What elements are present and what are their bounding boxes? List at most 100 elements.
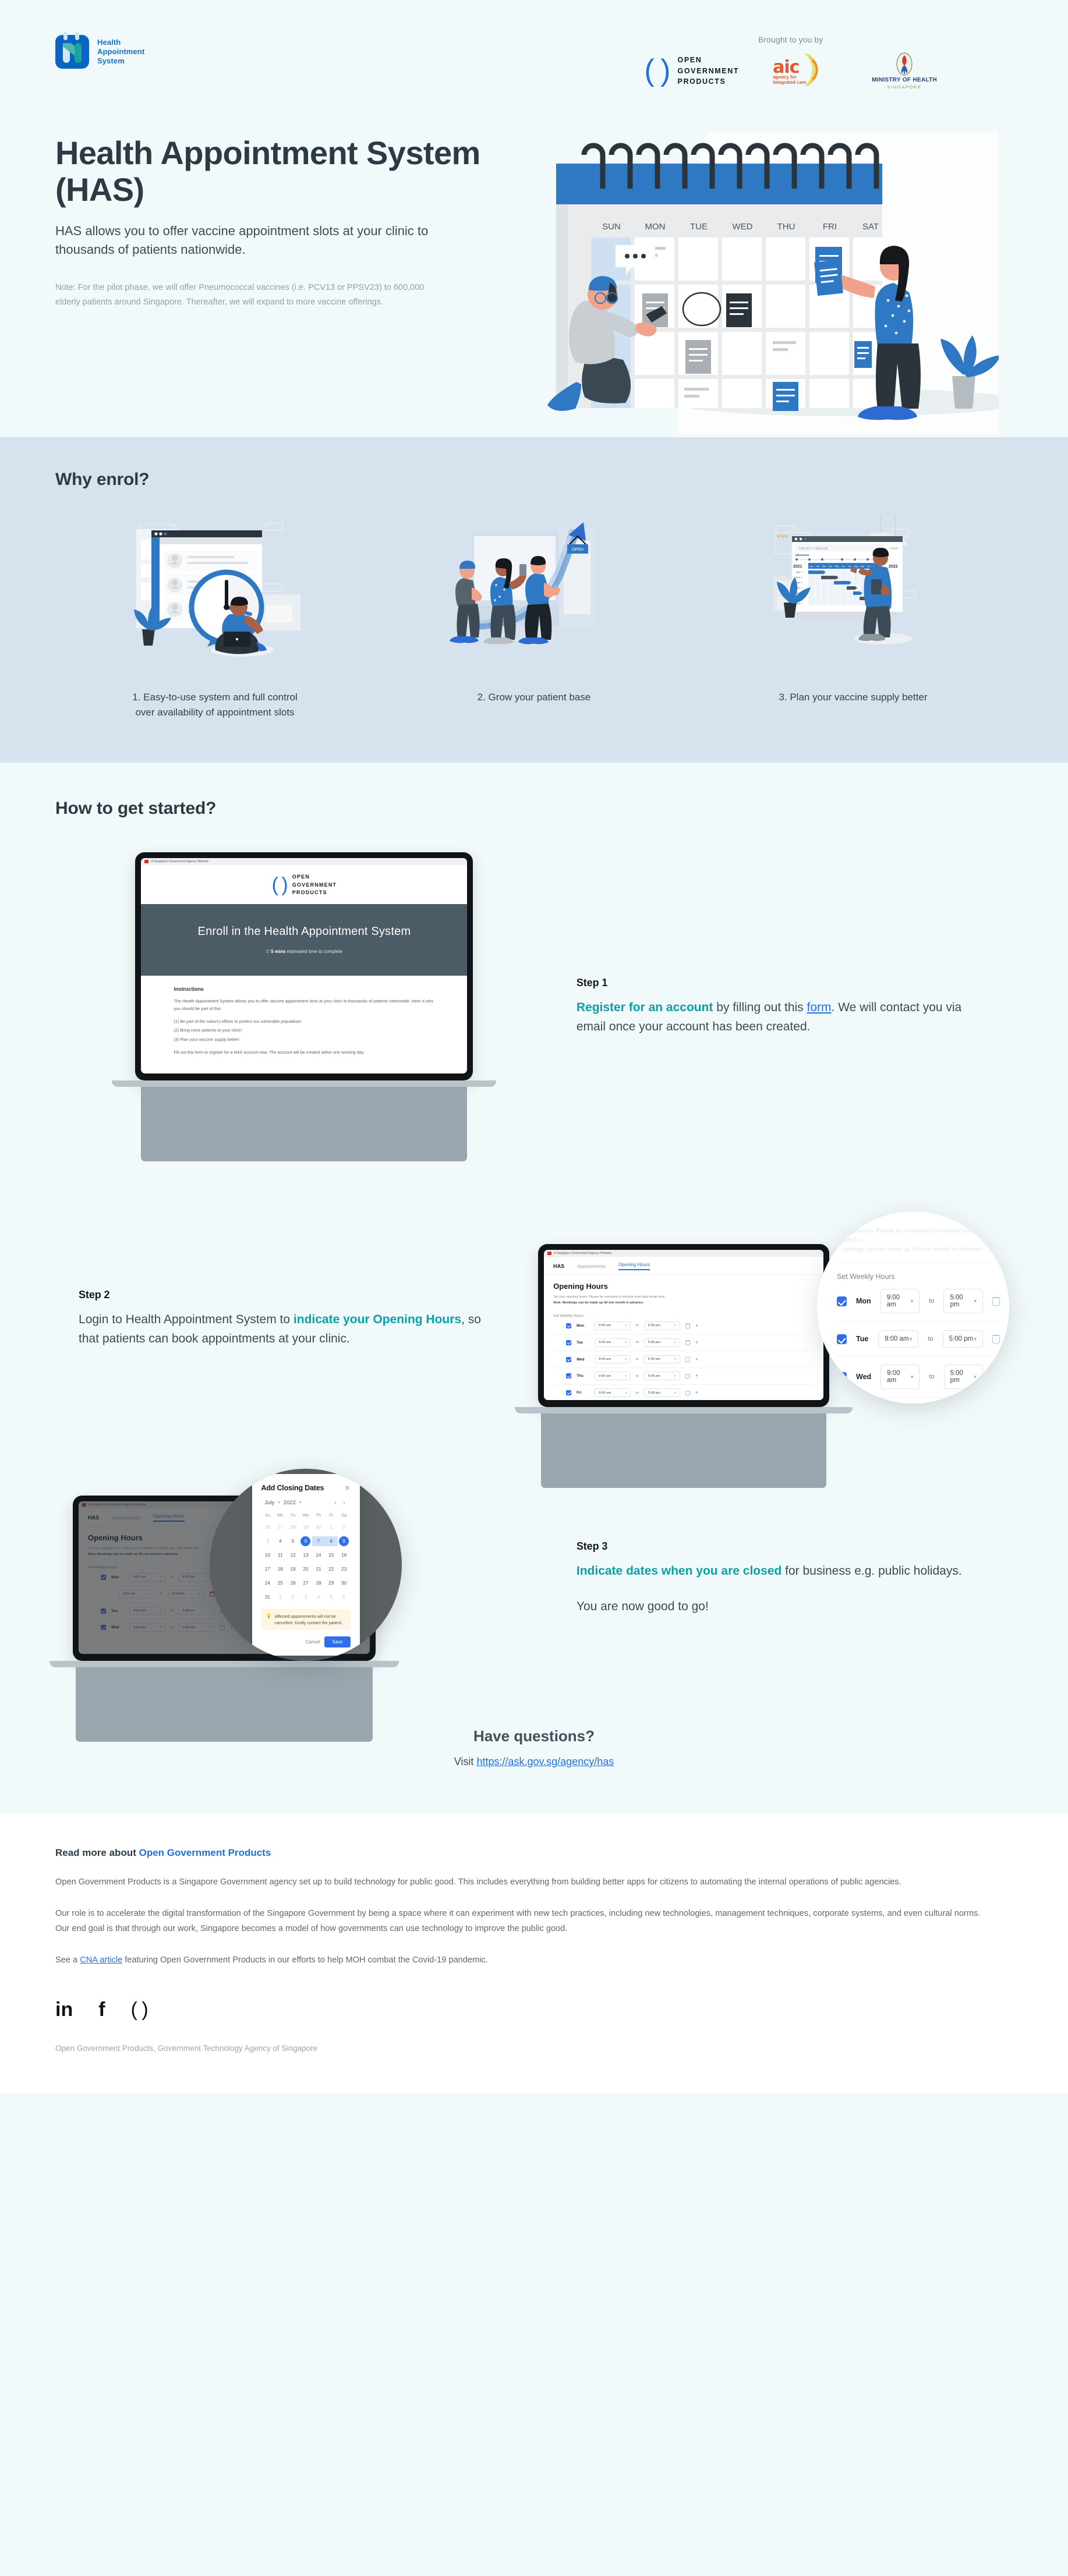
to-time-select[interactable]: 5:00 pm▾	[943, 1365, 983, 1389]
trash-icon[interactable]	[685, 1357, 690, 1362]
from-time-select[interactable]: 9:00 am▾	[880, 1289, 920, 1313]
plus-icon[interactable]: +	[695, 1390, 698, 1395]
calendar-day[interactable]: 7	[312, 1536, 325, 1546]
calendar-day[interactable]: 23	[338, 1564, 351, 1574]
close-icon[interactable]: ✕	[344, 1484, 350, 1491]
calendar-day[interactable]: 25	[274, 1578, 287, 1588]
calendar-day[interactable]: 30	[312, 1522, 325, 1532]
calendar-day[interactable]: 22	[325, 1564, 338, 1574]
calendar-day[interactable]: 3	[261, 1536, 274, 1546]
chevron-left-icon[interactable]: ‹	[333, 1500, 338, 1505]
trash-icon[interactable]	[992, 1297, 1000, 1306]
calendar-day[interactable]: 17	[261, 1564, 274, 1574]
linkedin-icon[interactable]: in	[55, 2000, 73, 2019]
day-checkbox[interactable]	[837, 1372, 847, 1382]
calendar-day[interactable]: 5	[287, 1536, 299, 1546]
calendar-day[interactable]: 12	[287, 1550, 299, 1560]
to-time-select[interactable]: 5:00 pm▾	[942, 1330, 983, 1348]
to-time-select[interactable]: 5:00 pm▾	[643, 1355, 680, 1364]
from-time-select[interactable]: 9:00 am▾	[595, 1372, 631, 1381]
calendar-day[interactable]: 2	[287, 1592, 299, 1602]
calendar-day[interactable]: 24	[261, 1578, 274, 1588]
calendar-day[interactable]: 5	[325, 1592, 338, 1602]
to-time-select[interactable]: 5:00 pm▾	[643, 1321, 680, 1330]
tab-appointments[interactable]: Appointments	[577, 1264, 606, 1269]
to-time-select[interactable]: 5:00 pm▾	[643, 1372, 680, 1381]
from-time-select[interactable]: 9:00 am▾	[595, 1388, 631, 1397]
from-time-select[interactable]: 9:00 am▾	[595, 1338, 631, 1347]
day-checkbox[interactable]	[566, 1323, 572, 1328]
calendar-day[interactable]: 3	[299, 1592, 312, 1602]
day-checkbox[interactable]	[566, 1373, 572, 1379]
calendar-day[interactable]: 11	[274, 1550, 287, 1560]
year-select[interactable]: 2022	[284, 1500, 296, 1506]
calendar-day[interactable]: 26	[261, 1522, 274, 1532]
ogp-parentheses-icon[interactable]: ( )	[131, 2000, 148, 2019]
trash-icon[interactable]	[685, 1390, 690, 1396]
calendar-day[interactable]: 30	[338, 1578, 351, 1588]
calendar-day[interactable]: 9	[339, 1536, 349, 1546]
month-select[interactable]: July	[265, 1500, 275, 1506]
tab-opening-hours[interactable]: Opening Hours	[618, 1262, 650, 1270]
calendar-day[interactable]: 28	[287, 1522, 299, 1532]
trash-icon[interactable]	[685, 1323, 690, 1328]
to-time-select[interactable]: 5:00 pm▾	[643, 1388, 680, 1397]
day-checkbox[interactable]	[566, 1356, 572, 1362]
plus-icon[interactable]: +	[695, 1356, 698, 1362]
calendar-day[interactable]: 27	[299, 1578, 312, 1588]
calendar-day[interactable]: 2	[338, 1522, 351, 1532]
save-button[interactable]: Save	[324, 1636, 351, 1648]
calendar-day[interactable]: 1	[274, 1592, 287, 1602]
app-brand[interactable]: HAS	[553, 1263, 564, 1269]
calendar-day[interactable]: 19	[287, 1564, 299, 1574]
from-time-select[interactable]: 9:00 am▾	[878, 1330, 919, 1348]
calendar-day[interactable]: 18	[274, 1564, 287, 1574]
cna-article-link[interactable]: CNA article	[80, 1955, 122, 1965]
calendar-day[interactable]: 29	[325, 1578, 338, 1588]
from-time-select[interactable]: 9:00 am▾	[595, 1355, 631, 1364]
calendar-day[interactable]: 20	[299, 1564, 312, 1574]
facebook-icon[interactable]: f	[98, 2000, 105, 2019]
trash-icon[interactable]	[685, 1373, 690, 1379]
from-time-select[interactable]: 9:00 am▾	[880, 1365, 920, 1389]
chevron-down-icon[interactable]: ▾	[278, 1500, 280, 1505]
calendar-day[interactable]: 6	[300, 1536, 311, 1546]
calendar-day[interactable]: 21	[312, 1564, 325, 1574]
day-checkbox[interactable]	[566, 1340, 572, 1345]
calendar-day[interactable]: 10	[261, 1550, 274, 1560]
calendar-day[interactable]: 4	[312, 1592, 325, 1602]
calendar-day[interactable]: 1	[325, 1522, 338, 1532]
ogp-link[interactable]: Open Government Products	[139, 1847, 271, 1858]
cancel-button[interactable]: Cancel	[305, 1639, 320, 1645]
calendar-day[interactable]: 26	[287, 1578, 299, 1588]
calendar-day[interactable]: 29	[299, 1522, 312, 1532]
to-time-select[interactable]: 5:00 pm▾	[943, 1289, 983, 1313]
calendar-day[interactable]: 27	[274, 1522, 287, 1532]
trash-icon[interactable]	[992, 1373, 1000, 1381]
calendar-day[interactable]: 6	[338, 1592, 351, 1602]
registration-form-link[interactable]: form	[807, 1001, 832, 1014]
day-checkbox[interactable]	[837, 1334, 847, 1344]
day-checkbox[interactable]	[837, 1296, 847, 1306]
to-time-select[interactable]: 5:00 pm▾	[643, 1338, 680, 1347]
trash-icon[interactable]	[992, 1335, 1000, 1344]
calendar-day[interactable]: 14	[312, 1550, 325, 1560]
calendar-day[interactable]: 16	[338, 1550, 351, 1560]
brought-to-you-by-label: Brought to you by	[758, 35, 823, 44]
trash-icon[interactable]	[685, 1340, 690, 1345]
from-time-select[interactable]: 9:00 am▾	[595, 1321, 631, 1330]
calendar-day[interactable]: 28	[312, 1578, 325, 1588]
plus-icon[interactable]: +	[695, 1323, 698, 1328]
day-checkbox[interactable]	[566, 1390, 572, 1396]
plus-icon[interactable]: +	[695, 1373, 698, 1379]
calendar-day[interactable]: 31	[261, 1592, 274, 1602]
calendar-day[interactable]: 8	[324, 1536, 338, 1546]
chevron-right-icon[interactable]: ›	[342, 1500, 347, 1505]
ask-gov-link[interactable]: https://ask.gov.sg/agency/has	[476, 1756, 614, 1767]
chevron-down-icon[interactable]: ▾	[299, 1500, 302, 1505]
brand-logo[interactable]: Health Appointment System	[55, 32, 144, 69]
plus-icon[interactable]: +	[695, 1340, 698, 1345]
calendar-day[interactable]: 13	[299, 1550, 312, 1560]
calendar-day[interactable]: 15	[325, 1550, 338, 1560]
calendar-day[interactable]: 4	[274, 1536, 287, 1546]
